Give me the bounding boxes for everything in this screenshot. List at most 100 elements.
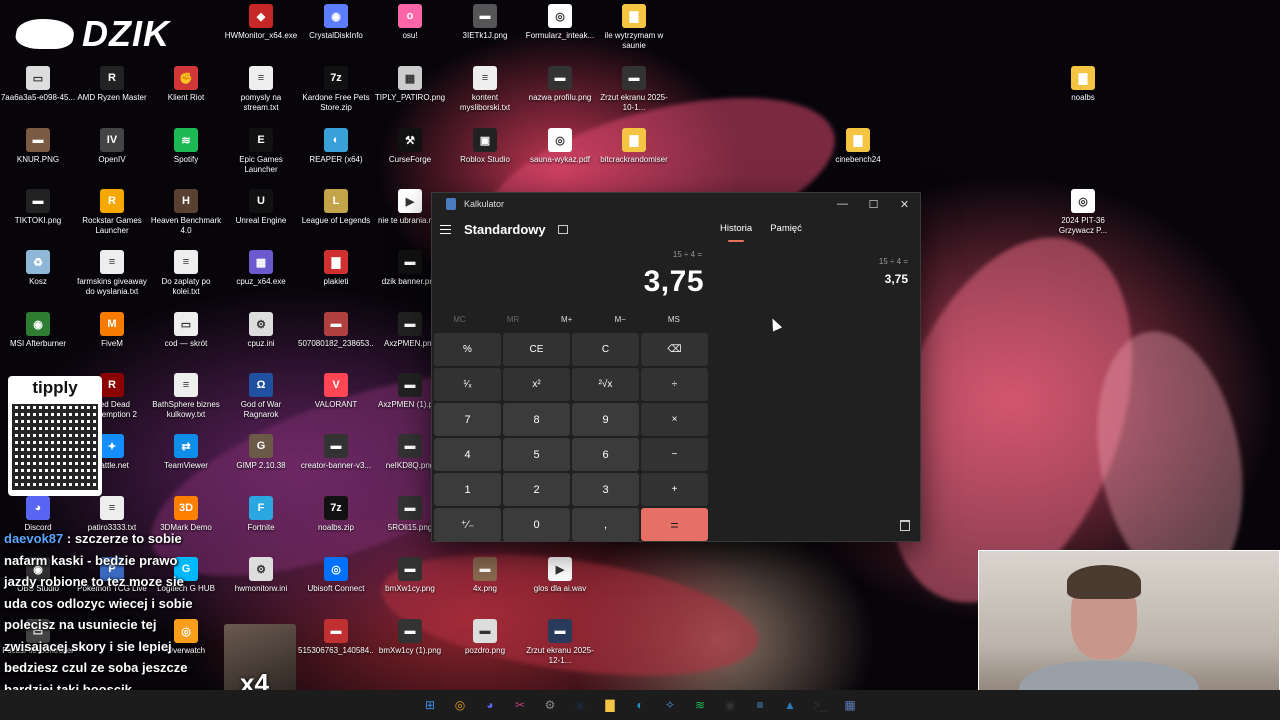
key-decimal-button[interactable]: , — [572, 508, 639, 541]
desktop-icon[interactable]: ≡ farmskins giveaway do wyslania.txt — [74, 250, 150, 310]
desktop-icon[interactable]: ▭ 7aa6a3a5-e098-45... — [0, 66, 76, 126]
desktop-icon[interactable]: H Heaven Benchmark 4.0 — [148, 189, 224, 249]
desktop-icon[interactable]: ◉ MSI Afterburner — [0, 312, 76, 372]
desktop-icon[interactable]: ▬ TIKTOKI.png — [0, 189, 76, 249]
desktop-icon[interactable]: G GIMP 2.10.38 — [223, 434, 299, 494]
desktop-icon[interactable]: ≡ BathSphere biznes kulkowy.txt — [148, 373, 224, 433]
discord-icon[interactable]: ◕ — [478, 693, 502, 717]
key-percent-button[interactable]: % — [434, 333, 501, 366]
calculator-icon[interactable]: ▦ — [838, 693, 862, 717]
key-4-button[interactable]: 4 — [434, 438, 501, 471]
notepad-icon[interactable]: ≡ — [748, 693, 772, 717]
key-square-button[interactable]: x² — [503, 368, 570, 401]
desktop-icon[interactable]: ≡ kontent mysliborski.txt — [447, 66, 523, 126]
desktop-icon[interactable]: ▬ bmXw1cy.png — [372, 557, 448, 617]
maximize-button[interactable]: ☐ — [858, 193, 889, 215]
desktop-icon[interactable]: ▬ 4x.png — [447, 557, 523, 617]
close-button[interactable]: ✕ — [889, 193, 920, 215]
desktop-icon[interactable]: ▇ ile wytrzymam w saunie — [596, 4, 672, 64]
desktop-icon[interactable]: ▇ cinebench24 — [820, 128, 896, 188]
desktop-icon[interactable]: Ω God of War Ragnarok — [223, 373, 299, 433]
key-reciprocal-button[interactable]: ¹⁄ₓ — [434, 368, 501, 401]
snipping-tool-icon[interactable]: ✂ — [508, 693, 532, 717]
memory-ms-button[interactable]: MS — [647, 315, 700, 324]
file-explorer-icon[interactable]: ▇ — [598, 693, 622, 717]
key-multiply-button[interactable]: × — [641, 403, 708, 436]
desktop-icon[interactable]: ◎ sauna-wykaz.pdf — [522, 128, 598, 188]
key-9-button[interactable]: 9 — [572, 403, 639, 436]
desktop-icon[interactable]: ▇ noalbs — [1045, 66, 1121, 126]
key-0-button[interactable]: 0 — [503, 508, 570, 541]
desktop-icon[interactable]: R AMD Ryzen Master — [74, 66, 150, 126]
edge-icon[interactable]: ◐ — [628, 693, 652, 717]
desktop-icon[interactable]: ◉ CrystalDiskInfo — [298, 4, 374, 64]
key-2-button[interactable]: 2 — [503, 473, 570, 506]
desktop-icon[interactable]: F Fortnite — [223, 496, 299, 556]
key-clear-button[interactable]: C — [572, 333, 639, 366]
key-8-button[interactable]: 8 — [503, 403, 570, 436]
photos-icon[interactable]: ▲ — [778, 693, 802, 717]
desktop-icon[interactable]: ◎ Formularz_inteak... — [522, 4, 598, 64]
memory-mminus-button[interactable]: M− — [594, 315, 647, 324]
desktop-icon[interactable]: L League of Legends — [298, 189, 374, 249]
chrome-icon[interactable]: ◎ — [448, 693, 472, 717]
key-subtract-button[interactable]: − — [641, 438, 708, 471]
spotify-icon[interactable]: ≋ — [688, 693, 712, 717]
settings-icon[interactable]: ⚙ — [538, 693, 562, 717]
desktop-icon[interactable]: ⇄ TeamViewer — [148, 434, 224, 494]
desktop-icon[interactable]: ◎ Ubisoft Connect — [298, 557, 374, 617]
desktop-icon[interactable]: ⚙ cpuz.ini — [223, 312, 299, 372]
desktop-icon[interactable]: E Epic Games Launcher — [223, 128, 299, 188]
desktop-icon[interactable]: ≡ pomysly na stream.txt — [223, 66, 299, 126]
desktop-icon[interactable]: ▭ cod — skrót — [148, 312, 224, 372]
desktop-icon[interactable]: ▬ KNUR.PNG — [0, 128, 76, 188]
desktop-icon[interactable]: M FiveM — [74, 312, 150, 372]
desktop-icon[interactable]: ▬ pozdro.png — [447, 619, 523, 679]
desktop-icon[interactable]: ⚒ CurseForge — [372, 128, 448, 188]
obs-icon[interactable]: ◉ — [718, 693, 742, 717]
desktop-icon[interactable]: U Unreal Engine — [223, 189, 299, 249]
desktop-icon[interactable]: ◎ 2024 PIT-36 Grzywacz P... — [1045, 189, 1121, 249]
desktop-icon[interactable]: 7z Kardone Free Pets Store.zip — [298, 66, 374, 126]
key-6-button[interactable]: 6 — [572, 438, 639, 471]
desktop-icon[interactable]: o osu! — [372, 4, 448, 64]
key-square-root-button[interactable]: ²√x — [572, 368, 639, 401]
clear-history-trash-icon[interactable] — [900, 520, 910, 531]
desktop-icon[interactable]: ⚙ hwmonitorw.ini — [223, 557, 299, 617]
desktop-icon[interactable]: ▬ nazwa profilu.png — [522, 66, 598, 126]
key-5-button[interactable]: 5 — [503, 438, 570, 471]
desktop-icon[interactable]: ▬ creator-banner-v3... — [298, 434, 374, 494]
desktop-icon[interactable]: ▶ glos dla ai.wav — [522, 557, 598, 617]
desktop-icon[interactable]: V VALORANT — [298, 373, 374, 433]
desktop-icon[interactable]: ▣ Roblox Studio — [447, 128, 523, 188]
memory-mplus-button[interactable]: M+ — [540, 315, 593, 324]
desktop-icon[interactable]: ▬ bmXw1cy (1).png — [372, 619, 448, 679]
history-item[interactable]: 15 ÷ 4 = 3,75 — [879, 257, 908, 286]
key-equals-button[interactable]: = — [641, 508, 708, 541]
key-add-button[interactable]: + — [641, 473, 708, 506]
key-clear-entry-button[interactable]: CE — [503, 333, 570, 366]
desktop-icon[interactable]: ▬ Zrzut ekranu 2025-12-1... — [522, 619, 598, 679]
desktop-icon[interactable]: ▇ bitcrackrandomiser — [596, 128, 672, 188]
desktop-icon[interactable]: ▬ 3IETk1J.png — [447, 4, 523, 64]
key-7-button[interactable]: 7 — [434, 403, 501, 436]
tab-history[interactable]: Historia — [720, 223, 752, 242]
desktop-icon[interactable]: R Rockstar Games Launcher — [74, 189, 150, 249]
desktop-icon[interactable]: ▦ TIPLY_PATIRO.png — [372, 66, 448, 126]
cursor-app-icon[interactable]: ✧ — [658, 693, 682, 717]
windows-start-icon[interactable]: ⊞ — [418, 693, 442, 717]
desktop-icon[interactable]: IV OpenIV — [74, 128, 150, 188]
desktop-icon[interactable]: ▇ plakieti — [298, 250, 374, 310]
steam-icon[interactable]: ◉ — [568, 693, 592, 717]
desktop-icon[interactable]: ▬ 515306763_140584... — [298, 619, 374, 679]
key-3-button[interactable]: 3 — [572, 473, 639, 506]
desktop-icon[interactable]: ✊ Klient Riot — [148, 66, 224, 126]
desktop-icon[interactable]: ♻ Kosz — [0, 250, 76, 310]
desktop-icon[interactable]: ▦ cpuz_x64.exe — [223, 250, 299, 310]
key-divide-button[interactable]: ÷ — [641, 368, 708, 401]
desktop-icon[interactable]: ▬ 507080182_238653... — [298, 312, 374, 372]
key-negate-button[interactable]: ⁺⁄₋ — [434, 508, 501, 541]
desktop-icon[interactable]: ≡ Do zaplaty po kolei.txt — [148, 250, 224, 310]
desktop-icon[interactable]: ◆ HWMonitor_x64.exe — [223, 4, 299, 64]
key-backspace-button[interactable]: ⌫ — [641, 333, 708, 366]
